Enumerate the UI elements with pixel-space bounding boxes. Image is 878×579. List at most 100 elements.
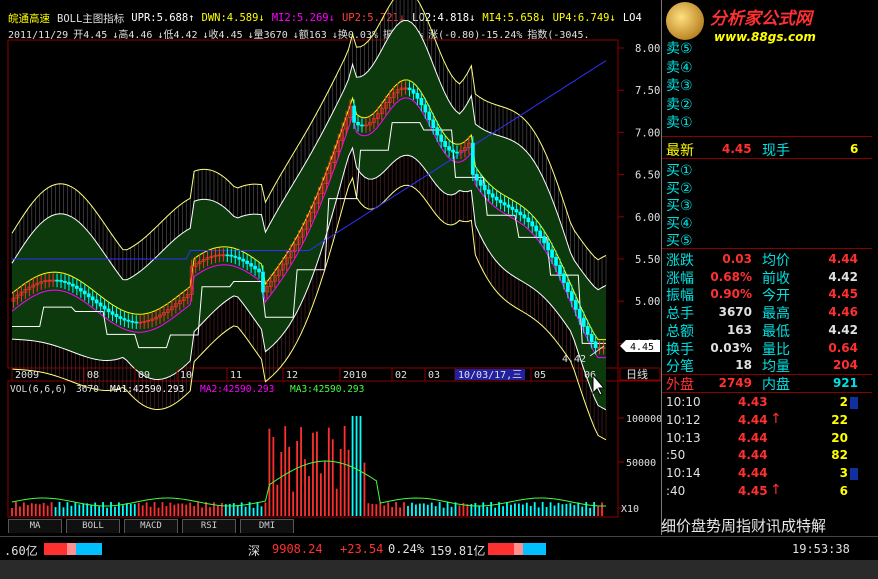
stat-value: 0.90% [710,287,752,302]
tick-direction-icon: ↑ [770,482,782,498]
inner-value: 921 [832,376,858,390]
status-right-bars [488,543,546,555]
date-tick: 05 [534,370,546,381]
indicator-tabs: MA BOLL MACD RSI DMI [8,519,308,533]
outer-label: 外盘 [666,377,694,393]
tick-time: 10:12 [666,412,701,427]
svg-text:4.45: 4.45 [630,342,654,353]
stat-value: 4.42 [828,322,858,337]
volume-tick: 100000 [626,414,661,425]
date-tick: 2009 [15,370,39,381]
latest-price: 4.45 [722,142,752,156]
stat-value: 4.42 [828,269,858,284]
logo-url: www.88gs.com [714,30,816,44]
price-tick: 6.50 [635,170,660,182]
shen-index: 9908.24 [272,542,323,556]
price-tick: 5.00 [635,296,660,308]
price-tick: 7.50 [635,85,660,97]
date-tick: 11 [230,370,242,381]
tick-price: 4.43 [738,395,768,409]
inner-label: 内盘 [762,377,790,393]
latest-label: 最新 [666,143,694,159]
shen-label: 深 [248,544,261,558]
tick-volume: 3 [839,466,848,481]
ask-level-5: 卖⑤ [666,41,693,57]
stat-value: 3670 [718,305,752,320]
quote-panel: 分析家公式网 www.88gs.com 卖⑤ 卖④ 卖③ 卖② 卖① 最新 4.45 现手 6 买… [661,0,872,535]
ask-level-4: 卖④ [666,59,693,76]
tick-time: 10:14 [666,466,701,481]
stat-value: 163 [726,322,752,337]
ask-level-3: 卖③ [666,78,693,94]
tick-time: 10:10 [666,395,701,409]
shen-amount: 159.81亿 [430,544,486,558]
tick-time: 10:13 [666,430,701,445]
stat-value: 4.45 [828,287,858,302]
status-bar: .60亿 深 9908.24 +23.54 0.24% 159.81亿 19:5… [0,536,878,561]
logo-icon [666,2,704,40]
tick-volume: 20 [831,430,848,445]
tick-direction-icon: ↑ [770,410,782,427]
status-left-amount: .60亿 [4,544,38,558]
now-hand-label: 现手 [762,143,790,159]
tab-rsi[interactable]: RSI [182,519,236,533]
clock: 19:53:38 [792,542,850,556]
low-label: 4.42 [562,354,586,365]
stat-value: 0.03% [710,340,752,355]
svg-text:MA3:42590.293: MA3:42590.293 [290,384,364,395]
tab-dmi[interactable]: DMI [240,519,294,533]
tick-time: :50 [666,448,686,463]
ask-level-1: 卖① [666,115,693,131]
now-hand: 6 [850,142,859,156]
stat-value: 204 [832,358,858,373]
tab-ma[interactable]: MA [8,519,62,533]
shen-change: +23.54 [340,542,384,556]
stat-value: 0.03 [722,252,752,266]
tab-boll[interactable]: BOLL [66,519,120,533]
stat-value: 0.64 [828,340,858,355]
svg-text:3670: 3670 [76,384,99,395]
outer-value: 2749 [718,376,752,390]
volume-tick: 50000 [626,458,656,469]
price-tick: 6.00 [635,212,660,224]
svg-text:MA2:42590.293: MA2:42590.293 [200,384,274,395]
price-tick: 7.00 [635,127,660,139]
date-tick: 09 [138,370,150,381]
tick-price: 4.44 [738,466,768,481]
ask-level-2: 卖② [666,96,693,113]
tick-price: 4.45 [738,484,768,498]
status-left-bars [44,543,102,555]
tab-macd[interactable]: MACD [124,519,178,533]
date-tick: 12 [286,370,298,381]
period-label[interactable]: 日线 [626,367,648,381]
svg-text:MA1:42590.293: MA1:42590.293 [110,384,184,395]
logo-title: 分析家公式网 [710,9,812,29]
volume-bars [11,416,607,516]
date-tick: 10 [180,370,192,381]
date-tick: 10/03/17,三 [458,370,522,381]
tick-volume: 6 [839,484,848,498]
site-logo: 分析家公式网 www.88gs.com [666,0,871,48]
tick-volume: 22 [831,412,848,427]
stat-value: 0.68% [710,269,752,284]
tick-time: :40 [666,484,686,498]
stat-value: 4.46 [828,305,858,320]
tick-volume: 2 [839,395,848,409]
stat-value: 18 [735,358,752,373]
tick-price: 4.44 [738,430,768,445]
price-tick: 8.00 [635,43,660,55]
tick-volume: 82 [831,448,848,463]
main-chart[interactable]: 8.007.507.006.506.005.505.004.5020090809… [0,0,661,536]
tick-price: 4.44 [738,448,768,463]
date-tick: 03 [428,370,440,381]
tick-price: 4.44 [738,412,768,427]
date-tick: 02 [395,370,407,381]
current-price-tag: 4.45 [620,340,660,353]
stat-value: 4.44 [828,252,858,266]
volume-tick: X10 [621,504,639,515]
detail-tabs[interactable]: 细价盘势周指财讯成特解 [661,515,871,535]
date-tick: 08 [87,370,99,381]
taskbar-strip [0,560,878,579]
price-tick: 5.50 [635,254,660,266]
bid-level-5: 买⑤ [666,233,693,249]
